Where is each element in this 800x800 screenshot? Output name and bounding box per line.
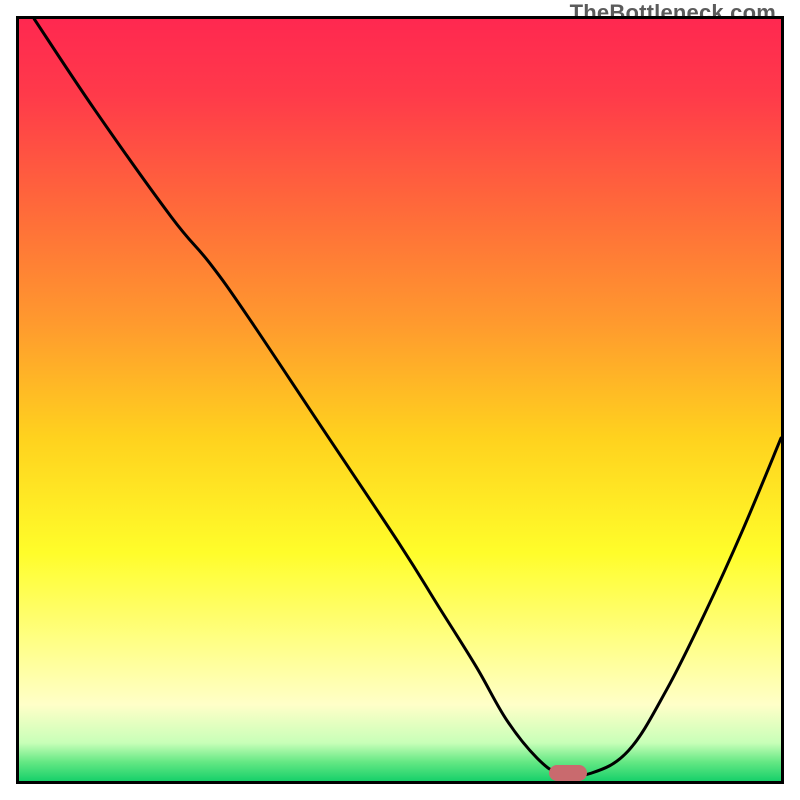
curve-layer <box>19 19 781 781</box>
bottleneck-curve-path <box>34 19 781 776</box>
optimal-marker <box>549 765 587 781</box>
chart-frame <box>16 16 784 784</box>
